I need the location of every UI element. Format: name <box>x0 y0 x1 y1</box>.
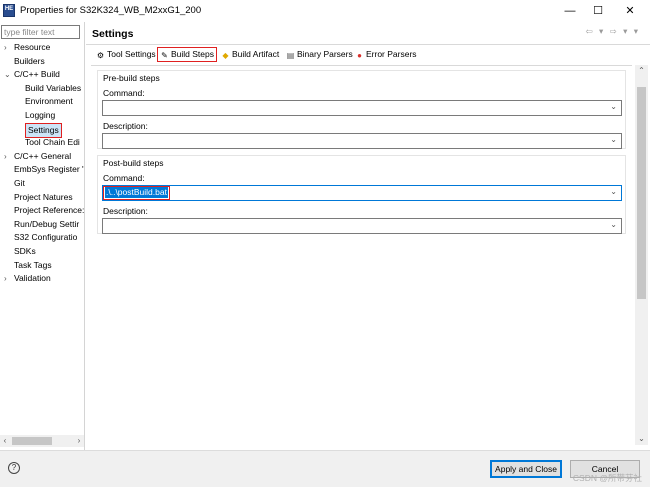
field-label: Command: <box>103 88 145 98</box>
apply-and-close-button[interactable]: Apply and Close <box>490 460 562 478</box>
artifact-icon: ◆ <box>222 51 229 60</box>
post-build-group: Post-build steps Command: .\..\postBuild… <box>97 155 626 234</box>
chevron-right-icon[interactable]: › <box>4 41 7 54</box>
tree-item-label: Logging <box>25 110 56 120</box>
app-icon: HE <box>3 4 15 17</box>
group-title: Pre-build steps <box>103 73 160 83</box>
tree-item-label: Tool Chain Edi <box>25 137 80 148</box>
tree-item-label: Resource <box>14 42 51 52</box>
field-label: Description: <box>103 121 148 131</box>
tab-error-parsers[interactable]: ● Error Parsers <box>354 47 417 63</box>
history-nav-icons[interactable]: ⇦ ▾ ⇨ ▾ ▾ <box>586 26 641 37</box>
tab-label: Build Steps <box>171 49 214 59</box>
tree-item-label: Builders <box>14 55 45 66</box>
scroll-up-icon[interactable]: ⌃ <box>635 65 648 77</box>
error-icon: ● <box>357 51 362 60</box>
scroll-thumb[interactable] <box>637 87 646 299</box>
chevron-down-icon[interactable]: ⌄ <box>4 68 11 81</box>
close-button[interactable]: ✕ <box>618 3 642 19</box>
tree-item-label: SDKs <box>14 246 36 256</box>
chevron-down-icon[interactable]: ⌄ <box>610 135 617 144</box>
watermark: CSDN @所带芬社 <box>572 473 642 483</box>
tree-item-label: EmbSys Register ' <box>14 164 84 175</box>
window-title: Properties for S32K324_WB_M2xxG1_200 <box>20 5 202 16</box>
scroll-right-icon[interactable]: › <box>74 435 84 447</box>
tree-horizontal-scrollbar[interactable]: ‹ › <box>0 435 84 447</box>
page-title: Settings <box>92 28 134 40</box>
tree-item-label: Validation <box>14 273 51 284</box>
tree-item-label: Project Natures <box>14 191 73 202</box>
tree-item-label: C/C++ Build <box>14 69 60 80</box>
tree-item-label: Run/Debug Settir <box>14 218 80 229</box>
build-steps-panel: Pre-build steps Command: ⌄ Description: … <box>91 65 632 445</box>
property-tree: › Resource Builders ⌄ C/C++ Build Build Varia… <box>0 41 84 433</box>
field-label: Description: <box>103 206 148 216</box>
pre-build-command-input[interactable]: ⌄ <box>102 100 622 116</box>
tree-item-label: Build Variables <box>25 82 82 93</box>
tree-item-label: Environment <box>25 96 73 107</box>
property-nav-pane: type filter text › Resource Builders ⌄ C/C++… <box>0 22 85 450</box>
chevron-down-icon[interactable]: ⌄ <box>610 220 617 229</box>
minimize-button[interactable]: — <box>558 3 582 19</box>
group-title: Post-build steps <box>103 158 164 168</box>
chevron-right-icon[interactable]: › <box>4 150 7 163</box>
pencil-icon: ✎ <box>161 51 168 60</box>
tree-item-label: Project Reference: <box>14 205 84 216</box>
selection-highlight: .\..\postBuild.bat <box>103 186 170 200</box>
post-build-command-input[interactable]: .\..\postBuild.bat ⌄ <box>102 185 622 201</box>
scroll-down-icon[interactable]: ⌄ <box>635 433 648 445</box>
pre-build-description-input[interactable]: ⌄ <box>102 133 622 149</box>
tree-item-label: S32 Configuratio <box>14 232 78 243</box>
scroll-thumb[interactable] <box>12 437 52 445</box>
tree-item-label: Task Tags <box>14 259 52 270</box>
tab-build-steps[interactable]: ✎ Build Steps <box>157 47 217 62</box>
settings-pane: Settings ⇦ ▾ ⇨ ▾ ▾ ⚙ Tool Settings ✎ Build… <box>86 22 650 450</box>
gear-icon: ⚙ <box>96 51 105 60</box>
tree-item-label: Git <box>14 178 25 188</box>
vertical-scrollbar[interactable]: ⌃ ⌄ <box>635 65 648 445</box>
chevron-down-icon[interactable]: ⌄ <box>610 102 617 111</box>
pre-build-group: Pre-build steps Command: ⌄ Description: … <box>97 70 626 149</box>
tab-build-artifact[interactable]: ◆ Build Artifact <box>220 47 279 63</box>
tab-label: Binary Parsers <box>297 49 353 59</box>
tab-label: Error Parsers <box>366 49 417 59</box>
tree-item-label: C/C++ General <box>14 150 72 161</box>
maximize-button[interactable]: ☐ <box>586 3 610 19</box>
tab-label: Tool Settings <box>107 49 156 59</box>
scroll-left-icon[interactable]: ‹ <box>0 435 10 447</box>
tab-tool-settings[interactable]: ⚙ Tool Settings <box>95 47 156 63</box>
divider <box>86 44 650 45</box>
parser-icon: ▤ <box>286 51 295 60</box>
chevron-down-icon[interactable]: ⌄ <box>610 187 617 196</box>
chevron-right-icon[interactable]: › <box>4 272 7 285</box>
input-value: .\..\postBuild.bat <box>105 187 168 198</box>
dialog-footer: ? Apply and Close Cancel CSDN @所带芬社 <box>0 450 650 487</box>
help-icon[interactable]: ? <box>8 462 20 474</box>
title-bar: HE Properties for S32K324_WB_M2xxG1_200 … <box>0 0 650 22</box>
filter-input[interactable]: type filter text <box>1 25 80 39</box>
tab-label: Build Artifact <box>232 49 280 59</box>
post-build-description-input[interactable]: ⌄ <box>102 218 622 234</box>
tab-binary-parsers[interactable]: ▤ Binary Parsers <box>285 47 353 63</box>
field-label: Command: <box>103 173 145 183</box>
